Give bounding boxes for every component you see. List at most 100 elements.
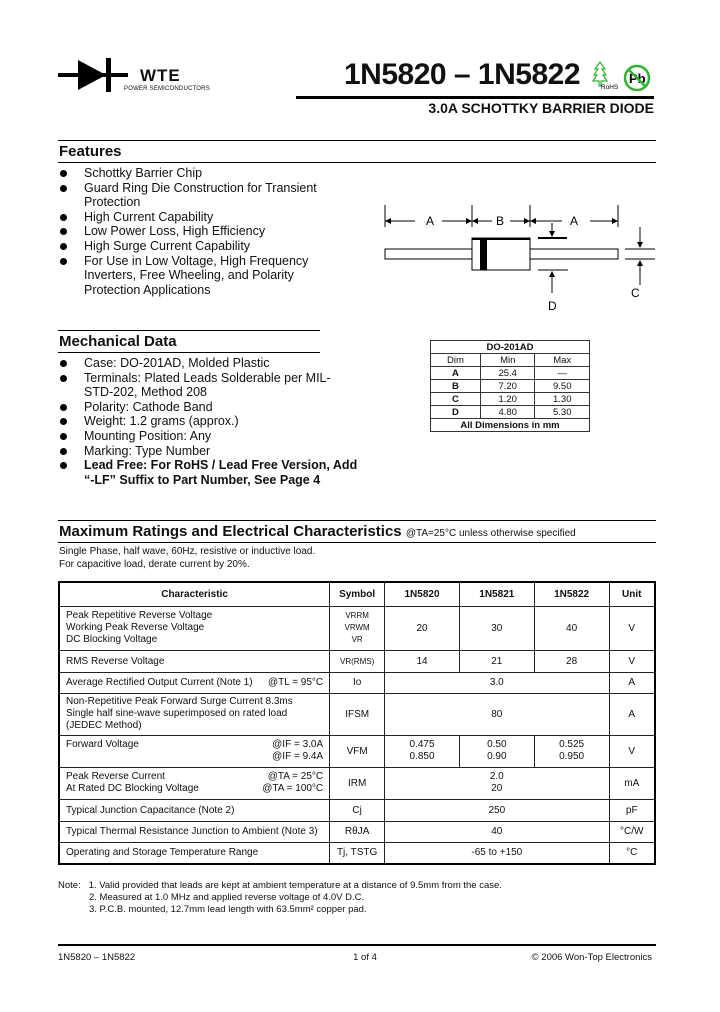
dim-cell: C <box>430 392 481 406</box>
footer-page-number: 1 of 4 <box>353 952 377 963</box>
features-title: Features <box>59 143 122 160</box>
ratings-condition: @TA=25°C unless otherwise specified <box>405 528 576 539</box>
char-text: Peak Repetitive Reverse Voltage <box>66 610 213 621</box>
table-row: Peak Repetitive Reverse Voltage Working P… <box>58 605 656 651</box>
feature-item: High Current Capability <box>58 210 318 225</box>
dim-cell: 7.20 <box>479 379 536 393</box>
char-text: Typical Thermal Resistance Junction to A… <box>58 820 331 843</box>
dim-table-package: DO-201AD <box>430 340 590 354</box>
page-title: 1N5820 – 1N5822 <box>343 58 581 91</box>
note-item: 3. P.C.B. mounted, 12.7mm lead length wi… <box>89 904 367 915</box>
dim-cell: 5.30 <box>534 405 590 419</box>
mechanical-top-rule <box>58 330 320 331</box>
dim-label-c: C <box>631 286 640 300</box>
mechanical-list: Case: DO-201AD, Molded Plastic Terminals… <box>58 356 358 487</box>
feature-item: Schottky Barrier Chip <box>58 166 318 181</box>
mechanical-item: Case: DO-201AD, Molded Plastic <box>58 356 358 371</box>
condition-text: @TL = 95°C <box>267 677 324 688</box>
dim-header: Dim <box>430 353 481 367</box>
logo-subtitle: POWER SEMICONDUCTORS <box>124 86 210 92</box>
dim-label-a-left: A <box>426 214 434 228</box>
value-cell: 28 <box>533 649 610 673</box>
diode-logo-icon <box>58 58 128 92</box>
char-text: DC Blocking Voltage <box>66 634 158 645</box>
symbol: Tj, TSTG <box>329 841 386 865</box>
notes: Note: 1. Valid provided that leads are k… <box>58 880 502 916</box>
mechanical-item: Mounting Position: Any <box>58 429 358 444</box>
dim-cell: 1.20 <box>479 392 536 406</box>
symbol: IRM <box>329 766 386 800</box>
value: 0.475 <box>409 739 435 750</box>
char-text: Typical Junction Capacitance (Note 2) <box>58 798 331 822</box>
unit-cell: A <box>608 692 656 736</box>
dim-cell: 4.80 <box>479 405 536 419</box>
col-header: 1N5822 <box>533 581 610 607</box>
feature-item: Low Power Loss, High Efficiency <box>58 224 318 239</box>
package-outline-diagram: A B A D C <box>384 205 655 313</box>
value: 0.50 <box>487 739 507 750</box>
unit-cell: °C <box>608 841 656 865</box>
dim-cell: A <box>430 366 481 380</box>
mechanical-item: Polarity: Cathode Band <box>58 400 358 415</box>
char-text: Average Rectified Output Current (Note 1… <box>66 677 253 688</box>
char-text: Operating and Storage Temperature Range <box>58 841 331 865</box>
dim-row: B 7.20 9.50 <box>430 379 590 393</box>
footer-copyright: © 2006 Won-Top Electronics <box>531 952 652 963</box>
mechanical-item: Terminals: Plated Leads Solderable per M… <box>58 371 358 400</box>
value-cell: -65 to +150 <box>384 841 610 865</box>
value-cell: 250 <box>384 798 610 822</box>
symbol: Cj <box>329 798 386 822</box>
char-text: (JEDEC Method) <box>66 720 142 731</box>
value: 0.950 <box>559 751 585 762</box>
dim-cell: — <box>534 366 590 380</box>
value: 2.0 <box>489 771 504 782</box>
note-item: 2. Measured at 1.0 MHz and applied rever… <box>89 892 365 903</box>
value: 0.850 <box>409 751 435 762</box>
page-subtitle: 3.0A SCHOTTKY BARRIER DIODE <box>428 100 654 116</box>
table-row: Peak Reverse Current At Rated DC Blocking… <box>58 766 656 800</box>
dim-table-footer: All Dimensions in mm <box>430 418 590 432</box>
symbol: Io <box>329 671 386 694</box>
condition-text: @IF = 9.4A <box>272 751 324 762</box>
value: 0.90 <box>487 751 507 762</box>
note-item: 1. Valid provided that leads are kept at… <box>88 880 502 891</box>
table-row: Non-Repetitive Peak Forward Surge Curren… <box>58 692 656 736</box>
dim-cell: D <box>430 405 481 419</box>
col-header: Symbol <box>329 581 386 607</box>
value-cell: 80 <box>384 692 610 736</box>
value-cell: 30 <box>458 605 535 651</box>
char-text: Working Peak Reverse Voltage <box>66 622 205 633</box>
ratings-title-text: Maximum Ratings and Electrical Character… <box>59 523 402 540</box>
mechanical-title: Mechanical Data <box>59 333 177 350</box>
col-header: 1N5820 <box>384 581 460 607</box>
mechanical-item-lead-free: Lead Free: For RoHS / Lead Free Version,… <box>58 458 358 487</box>
unit-cell: V <box>608 605 656 651</box>
value: 20 <box>491 783 503 794</box>
value-cell: 14 <box>384 649 460 673</box>
notes-label: Note: <box>58 880 81 891</box>
dim-label-d: D <box>548 299 557 313</box>
col-header: Unit <box>608 581 656 607</box>
rohs-tree-icon: RoHS <box>592 60 618 90</box>
pb-free-icon: Pb <box>623 64 651 92</box>
value-cell: 40 <box>384 820 610 843</box>
ratings-header-row: Characteristic Symbol 1N5820 1N5821 1N58… <box>58 581 656 607</box>
char-text: Peak Reverse Current <box>66 771 165 782</box>
mechanical-item: Weight: 1.2 grams (approx.) <box>58 414 358 429</box>
value-cell: 21 <box>458 649 535 673</box>
mechanical-item: Marking: Type Number <box>58 444 358 459</box>
table-row: RMS Reverse Voltage VR(RMS) 14 21 28 V <box>58 649 656 673</box>
logo-text: WTE <box>140 66 181 85</box>
symbol: RθJA <box>329 820 386 843</box>
dim-label-b: B <box>496 214 504 228</box>
condition-text: @TA = 25°C <box>267 771 324 782</box>
mechanical-bottom-rule <box>58 352 320 353</box>
dim-cell: B <box>430 379 481 393</box>
feature-item: Guard Ring Die Construction for Transien… <box>58 181 318 210</box>
rohs-label: RoHS <box>601 84 618 90</box>
condition-text: @TA = 100°C <box>262 783 324 794</box>
features-list: Schottky Barrier Chip Guard Ring Die Con… <box>58 166 318 297</box>
dim-cell: 1.30 <box>534 392 590 406</box>
dim-row: D 4.80 5.30 <box>430 405 590 419</box>
table-row: Average Rectified Output Current (Note 1… <box>58 671 656 694</box>
